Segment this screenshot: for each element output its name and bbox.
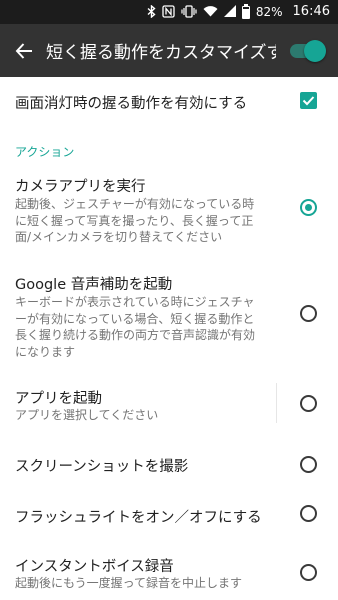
- master-toggle-switch[interactable]: [290, 40, 326, 62]
- signal-icon: [223, 5, 236, 19]
- vertical-divider: [276, 383, 277, 423]
- switch-thumb: [304, 40, 326, 62]
- radio-voice-record[interactable]: [300, 564, 317, 581]
- summary-line: 起動後、ジェスチャーが有効になっている時: [15, 197, 255, 211]
- radio-google-voice[interactable]: [300, 305, 317, 322]
- summary-line: 長く握り続ける動作の両方で音声認識が有効: [15, 328, 256, 342]
- option-title: Google 音声補助を起動: [15, 277, 173, 293]
- page-title: 短く握る動作をカスタマイズす: [46, 43, 276, 63]
- check-icon: [302, 96, 315, 106]
- battery-icon: [241, 3, 250, 19]
- option-row-launch-app[interactable]: アプリを起動 アプリを選択してください: [0, 377, 338, 427]
- option-summary: 起動後、ジェスチャーが有効になっている時 に短く握って写真を撮ったり、長く握って…: [15, 196, 283, 246]
- summary-line: 起動後にもう一度握って録音を中止します: [15, 576, 243, 590]
- option-row-voice-record[interactable]: インスタントボイス録音 起動後にもう一度握って録音を中止します: [0, 549, 338, 597]
- clock: 16:46: [292, 4, 330, 19]
- app-toolbar: 短く握る動作をカスタマイズす: [0, 24, 338, 77]
- setting-label: 画面消灯時の握る動作を有効にする: [15, 96, 248, 112]
- vibrate-icon: [181, 4, 197, 20]
- status-bar: 82% 16:46: [0, 0, 338, 24]
- summary-line: ーが有効になっている場合、短く握る動作と: [15, 311, 255, 326]
- battery-percent: 82%: [255, 5, 283, 19]
- summary-line: に短く握って写真を撮ったり、長く握って正: [15, 213, 254, 228]
- back-arrow-icon[interactable]: [4, 31, 44, 71]
- setting-row-screen-off[interactable]: 画面消灯時の握る動作を有効にする: [0, 77, 338, 125]
- option-title: フラッシュライトをオン／オフにする: [15, 510, 262, 526]
- section-header-actions: アクション: [15, 145, 75, 159]
- summary-line: アプリを選択してください: [15, 408, 159, 422]
- bluetooth-icon: [147, 4, 156, 20]
- settings-list: 画面消灯時の握る動作を有効にする アクション カメラアプリを実行 起動後、ジェス…: [0, 77, 338, 600]
- summary-line: 面/メインカメラを切り替えてください: [15, 230, 223, 244]
- option-summary: アプリを選択してください: [15, 407, 283, 424]
- option-row-flashlight[interactable]: フラッシュライトをオン／オフにする: [0, 500, 338, 530]
- radio-screenshot[interactable]: [300, 456, 317, 473]
- summary-line: になります: [15, 344, 76, 359]
- option-row-camera[interactable]: カメラアプリを実行 起動後、ジェスチャーが有効になっている時 に短く握って写真を…: [0, 167, 338, 249]
- option-title: スクリーンショットを撮影: [15, 459, 189, 475]
- radio-camera[interactable]: [300, 199, 317, 216]
- nfc-icon: [162, 4, 175, 20]
- option-summary: 起動後にもう一度握って録音を中止します: [15, 575, 283, 592]
- summary-line: キーボードが表示されている時にジェスチャ: [15, 295, 255, 309]
- wifi-icon: [203, 5, 218, 19]
- option-summary: キーボードが表示されている時にジェスチャ ーが有効になっている場合、短く握る動作…: [15, 294, 283, 360]
- option-title: インスタントボイス録音: [15, 559, 174, 575]
- screen-off-checkbox[interactable]: [300, 92, 317, 109]
- radio-launch-app[interactable]: [300, 395, 317, 412]
- option-title: カメラアプリを実行: [15, 179, 146, 195]
- option-title: アプリを起動: [15, 391, 102, 407]
- radio-flashlight[interactable]: [300, 505, 317, 522]
- option-row-screenshot[interactable]: スクリーンショットを撮影: [0, 449, 338, 479]
- option-row-google-voice[interactable]: Google 音声補助を起動 キーボードが表示されている時にジェスチャ ーが有効…: [0, 265, 338, 365]
